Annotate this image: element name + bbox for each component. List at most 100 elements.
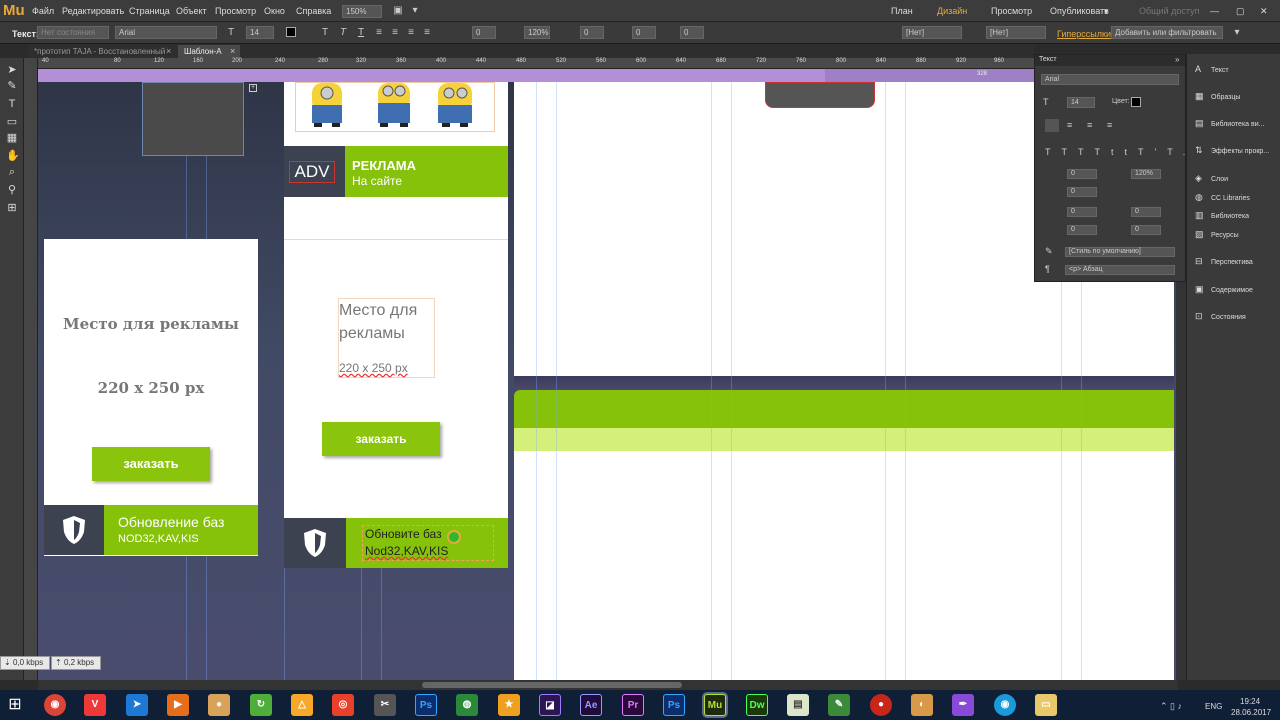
- selection-tool-icon[interactable]: ➤: [6, 64, 18, 76]
- link-options-icon[interactable]: ▾: [1232, 28, 1242, 38]
- indent-field[interactable]: 0: [580, 26, 604, 39]
- rectangle-tool-icon[interactable]: ▭: [6, 116, 18, 128]
- after-effects-icon[interactable]: Ae: [580, 694, 602, 716]
- dock-content[interactable]: ▣ Содержимое: [1195, 282, 1253, 296]
- dock-cc-libraries[interactable]: ◍ CC Libraries: [1195, 190, 1250, 204]
- frame-tool-icon[interactable]: ⊞: [6, 202, 18, 214]
- minimize-icon[interactable]: —: [1210, 6, 1219, 16]
- files-app-icon[interactable]: ▤: [787, 694, 809, 716]
- adv-banner[interactable]: ADV РЕКЛАМА На сайте: [284, 146, 508, 197]
- vivaldi-icon[interactable]: V: [84, 694, 106, 716]
- menu-page[interactable]: Страница: [129, 6, 170, 16]
- dock-widgets-library[interactable]: ▤ Библиотека ви...: [1195, 116, 1264, 130]
- globe-app-icon[interactable]: ◍: [456, 694, 478, 716]
- camera-app-icon[interactable]: ◎: [332, 694, 354, 716]
- panel-paragraph-select[interactable]: <p> Абзац: [1065, 265, 1175, 275]
- muse-icon[interactable]: Mu: [704, 694, 726, 716]
- image-frame[interactable]: [142, 82, 244, 156]
- mode-design[interactable]: Дизайн: [937, 6, 967, 16]
- panel-color-swatch[interactable]: [1131, 97, 1141, 107]
- mode-shared[interactable]: Общий доступ: [1139, 6, 1199, 16]
- align-right-icon[interactable]: ≡: [406, 28, 416, 38]
- paint-app-icon[interactable]: ◐: [911, 694, 933, 716]
- media-app-icon[interactable]: ▶: [167, 694, 189, 716]
- publish-dropdown-icon[interactable]: ▾: [1104, 6, 1109, 17]
- color-swatch[interactable]: [286, 27, 296, 37]
- tool-app-icon[interactable]: ✂: [374, 694, 396, 716]
- font-select[interactable]: Arial: [115, 26, 217, 39]
- panel-space-after-field[interactable]: 0: [1131, 225, 1161, 235]
- dock-perspective[interactable]: ⊟ Перспектива: [1195, 254, 1253, 268]
- photoshop-icon-2[interactable]: Ps: [663, 694, 685, 716]
- tab-close-icon[interactable]: ×: [230, 46, 235, 56]
- panel-font-select[interactable]: Arial: [1041, 74, 1179, 85]
- page-content-area[interactable]: [514, 451, 1174, 680]
- arrow-app-icon[interactable]: ➤: [126, 694, 148, 716]
- ad-block-1[interactable]: Место для рекламы 220 x 250 px заказать …: [44, 239, 258, 556]
- dreamweaver-icon[interactable]: Dw: [746, 694, 768, 716]
- space-before-field[interactable]: 0: [632, 26, 656, 39]
- underline-icon[interactable]: T: [356, 28, 366, 38]
- clock-date[interactable]: 28.06.2017: [1231, 708, 1271, 717]
- chrome-icon-2[interactable]: ◉: [994, 694, 1016, 716]
- dock-swatches[interactable]: ▦ Образцы: [1195, 89, 1240, 103]
- close-icon[interactable]: ✕: [1260, 6, 1268, 17]
- hyperlink-filter[interactable]: Добавить или фильтровать: [1111, 26, 1223, 39]
- header-tab-shape[interactable]: [765, 82, 875, 108]
- view-dropdown-icon[interactable]: ▾: [410, 6, 420, 16]
- dock-states[interactable]: ⊡ Состояния: [1195, 309, 1246, 323]
- ad2-banner[interactable]: Обновите баз Nod32,KAV,KIS: [284, 518, 508, 568]
- folder-icon[interactable]: ▭: [1035, 694, 1057, 716]
- panel-align-right-icon[interactable]: ≡: [1087, 120, 1092, 130]
- pen-app-icon[interactable]: ✒: [952, 694, 974, 716]
- windows-start-icon[interactable]: ⊞: [6, 696, 24, 714]
- hyperlinks-label[interactable]: Гиперссылки:: [1057, 29, 1113, 39]
- tab-close-icon[interactable]: ×: [166, 46, 171, 56]
- star-app-icon[interactable]: ★: [498, 694, 520, 716]
- space-after-field[interactable]: 0: [680, 26, 704, 39]
- zoom-select[interactable]: 150%: [342, 5, 382, 18]
- record-app-icon[interactable]: ●: [870, 694, 892, 716]
- eyedropper-tool-icon[interactable]: ⚲: [6, 184, 18, 196]
- image-tool-icon[interactable]: ▦: [6, 132, 18, 144]
- mode-publish[interactable]: Опубликовать: [1050, 6, 1109, 16]
- italic-icon[interactable]: T: [338, 28, 348, 38]
- state-select[interactable]: Нет состояния: [37, 26, 109, 39]
- minions-image[interactable]: [295, 82, 495, 132]
- text-tool-icon[interactable]: T: [6, 98, 18, 110]
- animate-icon[interactable]: ◪: [539, 694, 561, 716]
- menu-view[interactable]: Просмотр: [215, 6, 256, 16]
- panel-leading-field[interactable]: 120%: [1131, 169, 1161, 179]
- style-select-2[interactable]: [Нет]: [986, 26, 1046, 39]
- panel-size-field[interactable]: 14: [1067, 97, 1095, 108]
- panel-indent-field[interactable]: 0: [1067, 187, 1097, 197]
- panel-left-indent-field[interactable]: 0: [1067, 207, 1097, 217]
- panel-align-left-icon[interactable]: [1045, 119, 1059, 132]
- mode-preview[interactable]: Просмотр: [991, 6, 1032, 16]
- hand-tool-icon[interactable]: ✋: [6, 150, 20, 162]
- panel-tracking-field[interactable]: 0: [1067, 169, 1097, 179]
- chrome-icon[interactable]: ◉: [44, 694, 66, 716]
- crop-tool-icon[interactable]: ✎: [6, 80, 18, 92]
- clock-time[interactable]: 19:24: [1240, 697, 1260, 706]
- panel-justify-icon[interactable]: ≡: [1107, 120, 1112, 130]
- dock-layers[interactable]: ◈ Слои: [1195, 171, 1228, 185]
- breakpoint-bar-active[interactable]: 328: [825, 69, 1034, 82]
- horizontal-scrollbar[interactable]: [38, 680, 1178, 690]
- sync-app-icon[interactable]: ↻: [250, 694, 272, 716]
- leading-field[interactable]: 120%: [524, 26, 550, 39]
- pizza-app-icon[interactable]: ●: [208, 694, 230, 716]
- dock-library[interactable]: ▥ Библиотека: [1195, 208, 1249, 222]
- panel-space-before-field[interactable]: 0: [1067, 225, 1097, 235]
- mode-plan[interactable]: План: [891, 6, 913, 16]
- align-center-icon[interactable]: ≡: [390, 28, 400, 38]
- dock-text[interactable]: A Текст: [1195, 62, 1229, 76]
- plus-icon[interactable]: +: [249, 84, 257, 92]
- bold-icon[interactable]: T: [320, 28, 330, 38]
- panel-align-center-icon[interactable]: ≡: [1067, 120, 1072, 130]
- dock-assets[interactable]: ▧ Ресурсы: [1195, 227, 1239, 241]
- menu-window[interactable]: Окно: [264, 6, 285, 16]
- view-options-icon[interactable]: ▣: [393, 6, 403, 16]
- justify-icon[interactable]: ≡: [422, 28, 432, 38]
- zoom-tool-icon[interactable]: ⌕: [6, 166, 18, 178]
